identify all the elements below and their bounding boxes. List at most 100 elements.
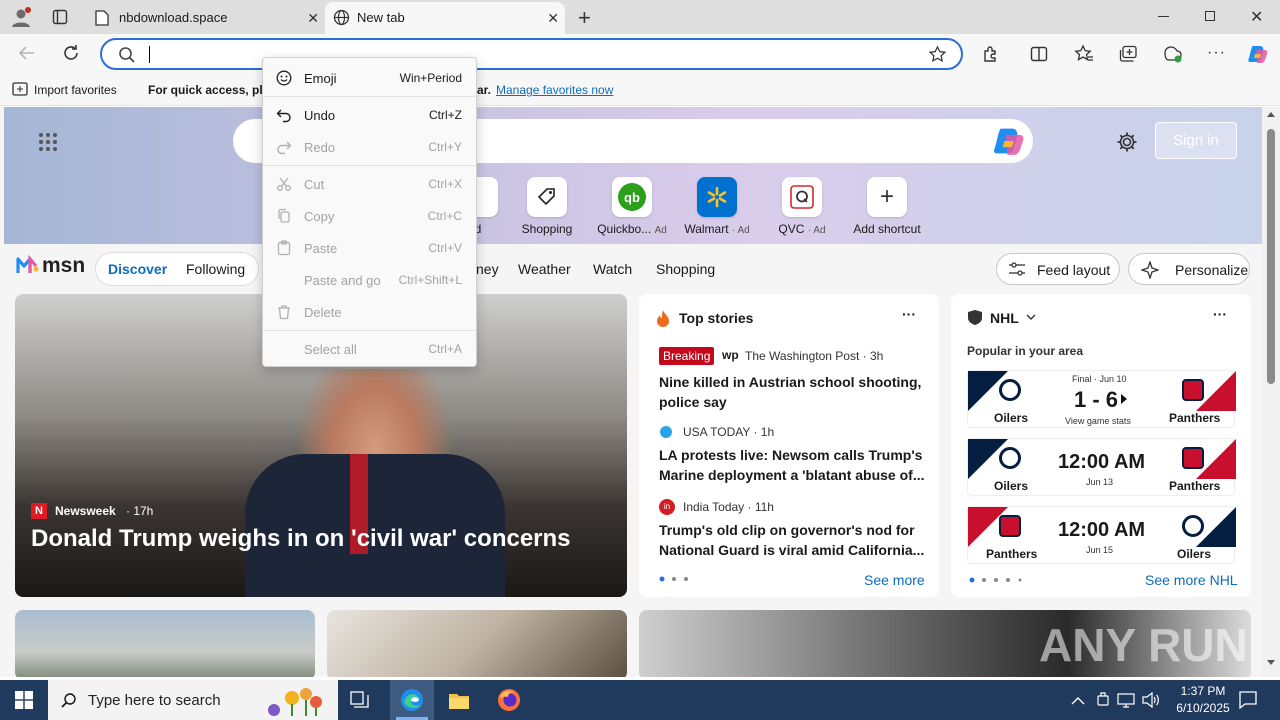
minimize-icon[interactable] bbox=[1158, 16, 1169, 17]
feed-layout-button[interactable]: Feed layout bbox=[996, 253, 1120, 285]
network-icon[interactable] bbox=[1117, 692, 1135, 708]
ad-label: Ad bbox=[654, 225, 667, 236]
refresh-icon[interactable] bbox=[62, 44, 80, 62]
shortcut-walmart[interactable]: Walmart · Ad bbox=[677, 177, 757, 236]
extensions-icon[interactable] bbox=[982, 45, 1000, 63]
carousel-dots[interactable] bbox=[969, 577, 1023, 583]
game-row[interactable]: Oilers 12:00 AM Jun 13 Panthers bbox=[967, 438, 1236, 496]
page-scrollbar[interactable] bbox=[1262, 107, 1280, 677]
msn-logo-icon[interactable] bbox=[16, 253, 40, 277]
shortcut-quickbooks[interactable]: qb Quickbo... Ad bbox=[592, 177, 672, 236]
menu-item-copy[interactable]: Copy Ctrl+C bbox=[263, 202, 476, 230]
svg-text:qb: qb bbox=[624, 190, 640, 205]
copilot-icon[interactable] bbox=[1247, 43, 1269, 65]
search-icon bbox=[61, 692, 77, 708]
story-card[interactable] bbox=[327, 610, 627, 677]
tray-device-icon[interactable] bbox=[1096, 692, 1110, 708]
see-more-nhl-link[interactable]: See more NHL bbox=[1145, 572, 1238, 588]
menu-item-cut[interactable]: Cut Ctrl+X bbox=[263, 170, 476, 198]
collections-icon[interactable] bbox=[1119, 45, 1138, 63]
tab-discover[interactable]: Discover bbox=[108, 261, 167, 277]
menu-item-paste[interactable]: Paste Ctrl+V bbox=[263, 234, 476, 262]
shortcut-qvc[interactable]: QVC · Ad bbox=[762, 177, 842, 236]
favorite-star-icon[interactable] bbox=[928, 45, 947, 64]
copilot-search-icon[interactable] bbox=[992, 124, 1026, 158]
scroll-thumb[interactable] bbox=[1267, 129, 1275, 384]
back-icon[interactable] bbox=[18, 44, 36, 62]
settings-more-icon[interactable]: ··· bbox=[1207, 44, 1226, 62]
tab-weather[interactable]: Weather bbox=[518, 261, 571, 277]
menu-item-delete[interactable]: Delete bbox=[263, 298, 476, 326]
personalize-button[interactable]: Personalize bbox=[1128, 253, 1250, 285]
hero-headline[interactable]: Donald Trump weighs in on 'civil war' co… bbox=[31, 525, 571, 553]
watermark-text: ANY RUN bbox=[1039, 619, 1248, 671]
scroll-down-icon[interactable] bbox=[1267, 660, 1275, 665]
breaking-badge: Breaking bbox=[659, 347, 715, 365]
game-time: 12:00 AM bbox=[1058, 451, 1146, 473]
clock-date[interactable]: 6/10/2025 bbox=[1167, 701, 1239, 715]
tab-strip: nbdownload.space ✕ New tab ✕ + ✕ bbox=[0, 0, 1280, 34]
menu-item-shortcut: Ctrl+Shift+L bbox=[398, 273, 462, 287]
new-tab-button[interactable]: + bbox=[578, 5, 591, 31]
more-options-icon[interactable]: ··· bbox=[1213, 306, 1227, 322]
carousel-dots[interactable] bbox=[659, 576, 691, 582]
story-headline[interactable]: Trump's old clip on governor's nod for bbox=[659, 522, 915, 538]
show-hidden-icons-icon[interactable] bbox=[1071, 696, 1085, 705]
story-headline[interactable]: Marine deployment a 'blatant abuse of... bbox=[659, 467, 925, 483]
edge-taskbar-button[interactable] bbox=[390, 680, 434, 720]
import-favorites-button[interactable]: Import favorites bbox=[34, 83, 117, 97]
tab-shopping[interactable]: Shopping bbox=[656, 261, 715, 277]
restore-icon[interactable] bbox=[1205, 11, 1215, 21]
apps-grid-icon[interactable] bbox=[38, 132, 58, 152]
msn-nav-row: msn Discover Following ney Weather Watch… bbox=[0, 244, 1262, 294]
close-tab-icon[interactable]: ✕ bbox=[547, 10, 559, 27]
menu-item-emoji[interactable]: Emoji Win+Period bbox=[263, 64, 476, 92]
menu-item-redo[interactable]: Redo Ctrl+Y bbox=[263, 133, 476, 161]
story-headline[interactable]: police say bbox=[659, 394, 727, 410]
notifications-icon[interactable] bbox=[1239, 691, 1257, 709]
close-window-icon[interactable]: ✕ bbox=[1250, 7, 1263, 27]
story-headline[interactable]: LA protests live: Newsom calls Trump's bbox=[659, 447, 922, 463]
nhl-title[interactable]: NHL bbox=[990, 310, 1019, 326]
menu-item-select-all[interactable]: Select all Ctrl+A bbox=[263, 335, 476, 363]
browser-essentials-icon[interactable] bbox=[1163, 44, 1183, 64]
scroll-up-icon[interactable] bbox=[1267, 112, 1275, 117]
story-card[interactable]: ANY RUN bbox=[639, 610, 1251, 677]
windows-start-icon[interactable] bbox=[15, 691, 33, 709]
hero-background: Sign in d Shopping qb Quickbo... Ad Walma… bbox=[4, 107, 1262, 244]
shortcut-shopping[interactable]: Shopping bbox=[507, 177, 587, 236]
clock-time[interactable]: 1:37 PM bbox=[1173, 684, 1233, 698]
game-time: 12:00 AM bbox=[1058, 519, 1146, 541]
sign-in-button[interactable]: Sign in bbox=[1155, 122, 1237, 159]
task-view-icon[interactable] bbox=[350, 691, 370, 709]
view-stats-link[interactable]: View game stats bbox=[1065, 416, 1131, 426]
chevron-down-icon[interactable] bbox=[1026, 314, 1036, 320]
more-options-icon[interactable]: ··· bbox=[902, 306, 916, 322]
story-card[interactable] bbox=[15, 610, 315, 677]
game-row[interactable]: Panthers 12:00 AM Jun 15 Oilers bbox=[967, 506, 1236, 564]
tab-following[interactable]: Following bbox=[186, 261, 245, 277]
favorites-icon[interactable] bbox=[1074, 44, 1094, 64]
menu-item-undo[interactable]: Undo Ctrl+Z bbox=[263, 101, 476, 129]
split-screen-icon[interactable] bbox=[1030, 45, 1048, 63]
tab-money[interactable]: ney bbox=[476, 261, 499, 277]
close-tab-icon[interactable]: ✕ bbox=[307, 10, 319, 27]
file-explorer-icon[interactable] bbox=[448, 690, 470, 710]
tab-actions-icon[interactable] bbox=[52, 9, 68, 25]
volume-icon[interactable] bbox=[1142, 692, 1160, 708]
page-settings-gear-icon[interactable] bbox=[1116, 131, 1138, 153]
shortcut-add[interactable]: + Add shortcut bbox=[847, 177, 927, 236]
tab-new-tab[interactable]: New tab ✕ bbox=[325, 2, 565, 34]
address-bar[interactable] bbox=[100, 38, 963, 70]
taskbar-search-box[interactable]: Type here to search bbox=[48, 680, 338, 720]
profile-icon[interactable] bbox=[10, 6, 32, 28]
menu-item-paste-and-go[interactable]: Paste and go Ctrl+Shift+L bbox=[263, 266, 476, 294]
tab-nbdownload[interactable]: nbdownload.space ✕ bbox=[87, 2, 325, 34]
manage-favorites-link[interactable]: Manage favorites now bbox=[496, 83, 613, 97]
game-row[interactable]: Oilers Final · Jun 10 1 - 6 View game st… bbox=[967, 370, 1236, 428]
story-headline[interactable]: National Guard is viral amid California.… bbox=[659, 542, 924, 558]
see-more-link[interactable]: See more bbox=[864, 572, 925, 588]
tab-watch[interactable]: Watch bbox=[593, 261, 632, 277]
firefox-icon[interactable] bbox=[497, 688, 521, 712]
story-headline[interactable]: Nine killed in Austrian school shooting, bbox=[659, 374, 921, 390]
